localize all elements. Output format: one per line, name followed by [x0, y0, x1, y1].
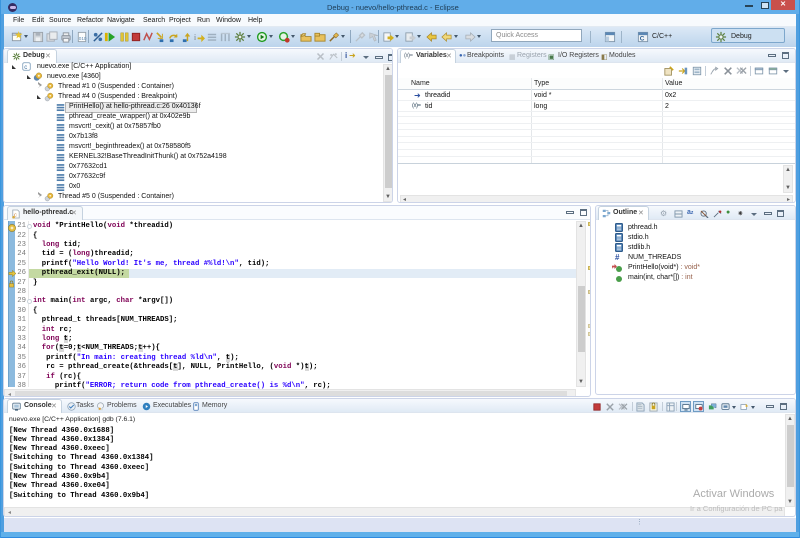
svg-text:C: C [640, 36, 645, 43]
svg-text:i: i [194, 33, 197, 42]
svg-text:010: 010 [79, 36, 87, 41]
svg-text:c: c [24, 65, 27, 71]
